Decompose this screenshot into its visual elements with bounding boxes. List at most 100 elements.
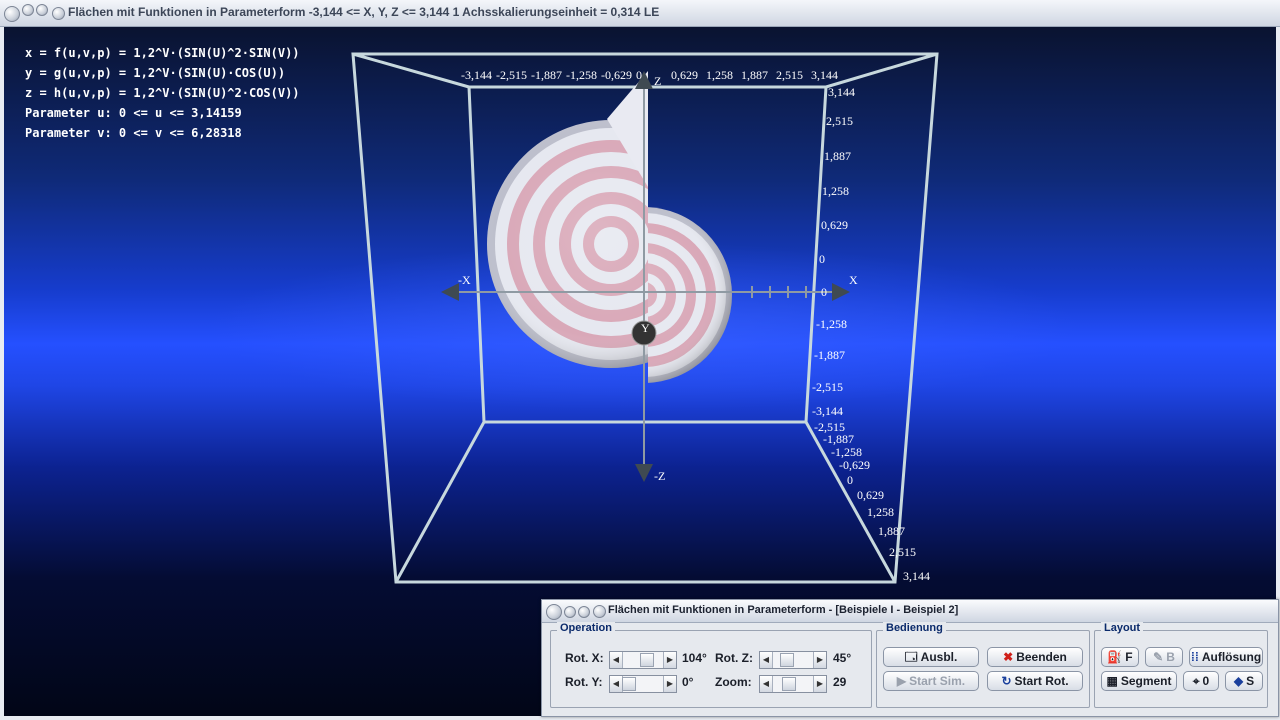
rot-y-label: Rot. Y: xyxy=(565,675,603,689)
grid-icon: ▦ xyxy=(1106,674,1118,688)
right-tick: -3,144 xyxy=(812,404,843,418)
control-maximize-button[interactable] xyxy=(578,606,590,618)
formula-block: x = f(u,v,p) = 1,2^V·(SIN(U)^2·SIN(V)) y… xyxy=(25,43,300,143)
rot-y-slider[interactable]: ◀ ▶ xyxy=(609,675,677,693)
right-tick: 0,629 xyxy=(821,218,848,232)
layout-group: Layout ⛽ F ✎ B ⁞⁞ Auflösung ▦ Segment ⌖ … xyxy=(1094,622,1268,708)
top-tick: 1,887 xyxy=(741,68,768,82)
control-window: Flächen mit Funktionen in Parameterform … xyxy=(541,599,1279,717)
layout-s-label: S xyxy=(1246,674,1255,688)
origin-button[interactable]: ⌖ 0 xyxy=(1183,671,1219,691)
layout-f-label: F xyxy=(1125,650,1133,664)
minimize-button[interactable] xyxy=(22,4,34,16)
depth-tick: 1,887 xyxy=(878,524,905,538)
slider-right-arrow-icon[interactable]: ▶ xyxy=(663,676,676,692)
axis-label-neg-x: -X xyxy=(458,273,471,287)
window-menu-button[interactable] xyxy=(4,6,20,22)
bedienung-group-title: Bedienung xyxy=(883,622,946,634)
aufloesung-label: Auflösung xyxy=(1201,650,1262,664)
top-tick: 0,629 xyxy=(671,68,698,82)
depth-tick: 2,515 xyxy=(889,545,916,559)
formula-y: y = g(u,v,p) = 1,2^V·(SIN(U)·COS(U)) xyxy=(25,66,286,80)
close-button[interactable] xyxy=(52,7,65,20)
beenden-button[interactable]: ✖ Beenden xyxy=(987,647,1083,667)
depth-tick: 0 xyxy=(847,473,853,487)
control-minimize-button[interactable] xyxy=(564,606,576,618)
beenden-label: Beenden xyxy=(1016,650,1067,664)
slider-thumb[interactable] xyxy=(782,677,796,691)
slider-left-arrow-icon[interactable]: ◀ xyxy=(760,676,773,692)
top-tick: 3,144 xyxy=(811,68,838,82)
operation-group-title: Operation xyxy=(557,622,615,634)
main-window-title: Flächen mit Funktionen in Parameterform … xyxy=(68,5,660,19)
start-sim-button[interactable]: ▶ Start Sim. xyxy=(883,671,979,691)
slider-right-arrow-icon[interactable]: ▶ xyxy=(813,676,826,692)
paint-bucket-icon: ⛽ xyxy=(1107,650,1123,664)
rotate-icon: ↻ xyxy=(1001,674,1012,688)
layout-s-button[interactable]: ◆ S xyxy=(1225,671,1263,691)
right-tick: 0 xyxy=(821,285,827,299)
resolution-icon: ⁞⁞ xyxy=(1190,650,1199,664)
right-tick: 1,258 xyxy=(822,184,849,198)
rot-z-value: 45° xyxy=(833,651,852,665)
zoom-label: Zoom: xyxy=(715,675,752,689)
rot-z-slider[interactable]: ◀ ▶ xyxy=(759,651,827,669)
slider-thumb[interactable] xyxy=(780,653,794,667)
zoom-slider[interactable]: ◀ ▶ xyxy=(759,675,827,693)
top-tick: -3,144 xyxy=(461,68,492,82)
control-window-title: Flächen mit Funktionen in Parameterform … xyxy=(608,604,959,616)
parameter-u: Parameter u: 0 <= u <= 3,14159 xyxy=(25,106,242,120)
zoom-value: 29 xyxy=(833,675,847,689)
axis-label-neg-z: -Z xyxy=(654,469,665,483)
parameter-v: Parameter v: 0 <= v <= 6,28318 xyxy=(25,126,242,140)
slider-thumb[interactable] xyxy=(640,653,654,667)
control-close-button[interactable] xyxy=(593,605,606,618)
aufloesung-button[interactable]: ⁞⁞ Auflösung xyxy=(1189,647,1263,667)
shape-icon: ◆ xyxy=(1233,674,1244,688)
top-tick: -2,515 xyxy=(496,68,527,82)
ausblenden-label: Ausbl. xyxy=(920,650,958,664)
layout-b-label: B xyxy=(1166,650,1175,664)
slider-thumb[interactable] xyxy=(622,677,636,691)
rot-y-value: 0° xyxy=(682,675,694,689)
origin-label: 0 xyxy=(1202,674,1210,688)
top-tick: -1,258 xyxy=(566,68,597,82)
start-rot-label: Start Rot. xyxy=(1014,674,1069,688)
operation-group: Operation Rot. X: ◀ ▶ 104° Rot. Y: ◀ ▶ 0… xyxy=(550,622,872,708)
top-tick: 2,515 xyxy=(776,68,803,82)
formula-x: x = f(u,v,p) = 1,2^V·(SIN(U)^2·SIN(V)) xyxy=(25,46,300,60)
slider-right-arrow-icon[interactable]: ▶ xyxy=(813,652,826,668)
slider-left-arrow-icon[interactable]: ◀ xyxy=(610,652,623,668)
depth-tick: 3,144 xyxy=(903,569,930,583)
slider-left-arrow-icon[interactable]: ◀ xyxy=(760,652,773,668)
right-tick: 1,887 xyxy=(824,149,851,163)
start-sim-label: Start Sim. xyxy=(909,674,966,688)
layout-b-button[interactable]: ✎ B xyxy=(1145,647,1183,667)
layout-group-title: Layout xyxy=(1101,622,1144,634)
segment-button[interactable]: ▦ Segment xyxy=(1101,671,1177,691)
slider-right-arrow-icon[interactable]: ▶ xyxy=(663,652,676,668)
right-tick: -2,515 xyxy=(812,380,843,394)
layout-f-button[interactable]: ⛽ F xyxy=(1101,647,1139,667)
depth-tick: 1,258 xyxy=(867,505,894,519)
close-x-icon: ✖ xyxy=(1003,650,1014,664)
right-tick: 2,515 xyxy=(826,114,853,128)
rot-z-label: Rot. Z: xyxy=(715,651,753,665)
start-rot-button[interactable]: ↻ Start Rot. xyxy=(987,671,1083,691)
rot-x-label: Rot. X: xyxy=(565,651,604,665)
right-tick: 3,144 xyxy=(828,85,855,99)
crosshair-icon: ⌖ xyxy=(1192,674,1200,688)
brush-icon: ✎ xyxy=(1153,650,1164,664)
right-axis-ticks: 3,144 2,515 1,887 1,258 0,629 0 0 -1,258… xyxy=(812,85,855,418)
maximize-button[interactable] xyxy=(36,4,48,16)
axis-label-x: X xyxy=(849,273,858,287)
formula-z: z = h(u,v,p) = 1,2^V·(SIN(U)^2·COS(V)) xyxy=(25,86,300,100)
control-menu-button[interactable] xyxy=(546,604,562,620)
top-tick: -1,887 xyxy=(531,68,562,82)
depth-tick: 0,629 xyxy=(857,488,884,502)
rot-x-slider[interactable]: ◀ ▶ xyxy=(609,651,677,669)
control-titlebar: Flächen mit Funktionen in Parameterform … xyxy=(542,600,1278,623)
right-tick: -1,887 xyxy=(814,348,845,362)
ausblenden-button[interactable]: 🗔 Ausbl. xyxy=(883,647,979,667)
play-icon: ▶ xyxy=(896,674,907,688)
